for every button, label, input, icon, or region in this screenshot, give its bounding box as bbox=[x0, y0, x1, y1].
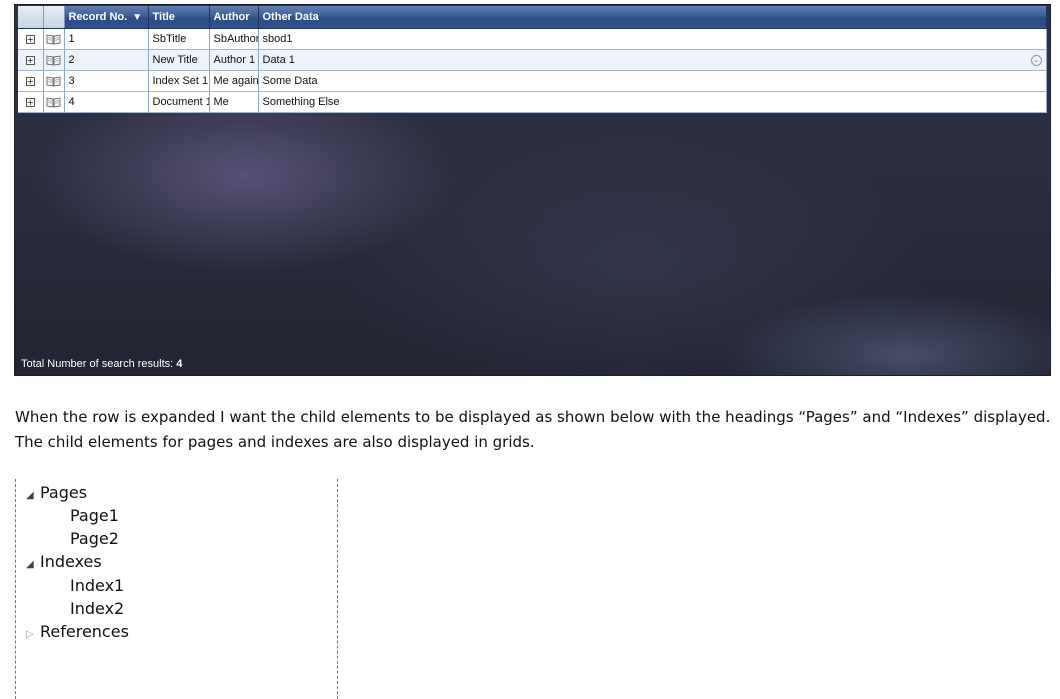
book-icon bbox=[46, 76, 61, 87]
expand-plus-icon[interactable]: + bbox=[25, 55, 35, 65]
cell-title: New Title bbox=[148, 49, 210, 71]
description-line-1: When the row is expanded I want the chil… bbox=[15, 408, 1051, 426]
status-bar: Total Number of search results: 4 bbox=[21, 358, 182, 370]
cell-other-data-value: Data 1 bbox=[262, 53, 295, 66]
tree-node-page2[interactable]: Page2 bbox=[70, 529, 119, 549]
cell-record-no: 1 bbox=[64, 28, 149, 50]
cell-record-no: 3 bbox=[64, 70, 149, 92]
cell-author: SbAuthor bbox=[209, 28, 259, 50]
chevron-down-icon[interactable]: ⌄ bbox=[1030, 54, 1042, 66]
column-header-label: Title bbox=[152, 10, 175, 23]
tree-node-label: Pages bbox=[40, 483, 88, 502]
column-header-other-data[interactable]: Other Data bbox=[258, 6, 1047, 29]
expand-column-header bbox=[18, 6, 44, 29]
description-line-2: The child elements for pages and indexes… bbox=[15, 433, 535, 451]
book-icon bbox=[46, 97, 61, 108]
cell-author: Author 1 bbox=[209, 49, 259, 71]
tree-view: ◢ Pages Page1 Page2 ◢ Indexes Index1 Index… bbox=[15, 479, 338, 699]
column-header-record-no[interactable]: Record No. ▼ bbox=[64, 6, 149, 29]
cell-author: Me bbox=[209, 91, 259, 113]
column-header-label: Author bbox=[213, 10, 250, 23]
row-icon-cell bbox=[43, 91, 65, 113]
cell-other-data: Some Data bbox=[258, 70, 1047, 92]
row-icon-cell bbox=[43, 49, 65, 71]
tree-node-indexes[interactable]: ◢ Indexes bbox=[26, 552, 102, 575]
cell-title: SbTitle bbox=[148, 28, 210, 50]
tree-node-index2[interactable]: Index2 bbox=[70, 599, 124, 619]
tree-node-page1[interactable]: Page1 bbox=[70, 506, 119, 526]
icon-column-header bbox=[43, 6, 65, 29]
cell-other-data: Data 1 ⌄ bbox=[258, 49, 1047, 71]
expand-plus-icon[interactable]: + bbox=[25, 76, 35, 86]
expand-cell[interactable]: + bbox=[18, 49, 44, 71]
collapse-triangle-icon[interactable]: ◢ bbox=[26, 555, 40, 575]
cell-record-no: 4 bbox=[64, 91, 149, 113]
column-header-author[interactable]: Author bbox=[209, 6, 259, 29]
expand-plus-icon[interactable]: + bbox=[25, 34, 35, 44]
table-row[interactable]: + 4 Document 1 Me Something Else bbox=[18, 91, 1047, 113]
cell-other-data: Something Else bbox=[258, 91, 1047, 113]
expand-triangle-icon[interactable]: ▷ bbox=[26, 625, 40, 645]
status-label: Total Number of search results: bbox=[21, 358, 174, 370]
filter-icon[interactable]: ▼ bbox=[132, 12, 142, 23]
tree-node-index1[interactable]: Index1 bbox=[70, 576, 124, 596]
status-count: 4 bbox=[176, 358, 183, 370]
cell-other-data: sbod1 bbox=[258, 28, 1047, 50]
tree-node-pages[interactable]: ◢ Pages bbox=[26, 483, 87, 506]
cell-author: Me again bbox=[209, 70, 259, 92]
book-icon bbox=[46, 34, 61, 45]
cell-record-no: 2 bbox=[64, 49, 149, 71]
expand-cell[interactable]: + bbox=[18, 91, 44, 113]
book-icon bbox=[46, 55, 61, 66]
results-table: Record No. ▼ Title Author Other Data + 1 … bbox=[18, 6, 1047, 113]
expand-cell[interactable]: + bbox=[18, 70, 44, 92]
collapse-triangle-icon[interactable]: ◢ bbox=[26, 486, 40, 506]
search-results-grid: Record No. ▼ Title Author Other Data + 1 … bbox=[14, 4, 1051, 376]
expand-cell[interactable]: + bbox=[18, 28, 44, 50]
expand-plus-icon[interactable]: + bbox=[25, 97, 35, 107]
header-row: Record No. ▼ Title Author Other Data bbox=[18, 6, 1047, 29]
cell-title: Index Set 1 bbox=[148, 70, 210, 92]
table-row[interactable]: + 2 New Title Author 1 Data 1 ⌄ bbox=[18, 49, 1047, 71]
row-icon-cell bbox=[43, 28, 65, 50]
column-header-label: Other Data bbox=[262, 10, 319, 23]
row-icon-cell bbox=[43, 70, 65, 92]
tree-node-label: References bbox=[40, 622, 129, 641]
column-header-label: Record No. bbox=[68, 10, 128, 23]
description-text: When the row is expanded I want the chil… bbox=[15, 405, 1055, 455]
cell-title: Document 1 bbox=[148, 91, 210, 113]
column-header-title[interactable]: Title bbox=[148, 6, 210, 29]
table-row[interactable]: + 3 Index Set 1 Me again Some Data bbox=[18, 70, 1047, 92]
tree-node-label: Indexes bbox=[40, 552, 102, 571]
table-row[interactable]: + 1 SbTitle SbAuthor sbod1 bbox=[18, 28, 1047, 50]
tree-node-references[interactable]: ▷ References bbox=[26, 622, 129, 645]
